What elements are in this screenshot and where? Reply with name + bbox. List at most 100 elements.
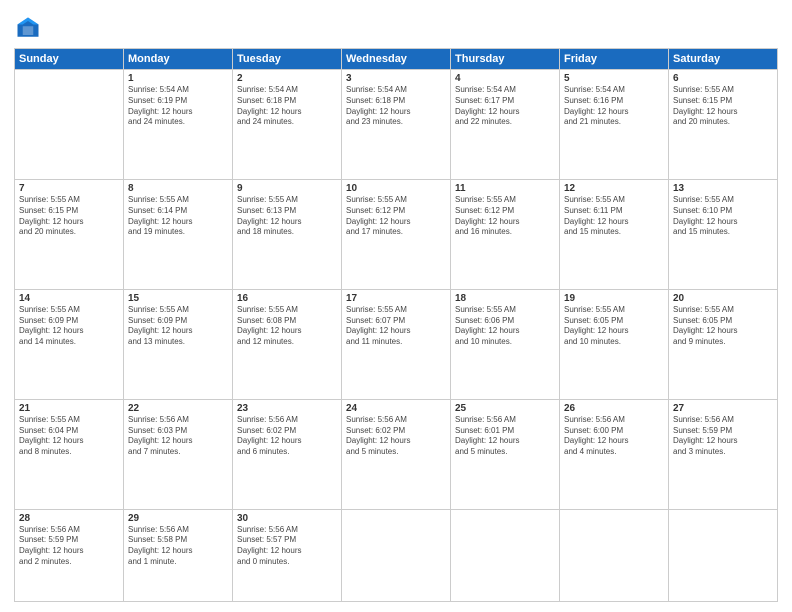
calendar-cell	[15, 70, 124, 180]
calendar-cell: 6Sunrise: 5:55 AM Sunset: 6:15 PM Daylig…	[669, 70, 778, 180]
calendar-cell: 8Sunrise: 5:55 AM Sunset: 6:14 PM Daylig…	[124, 179, 233, 289]
calendar-cell: 5Sunrise: 5:54 AM Sunset: 6:16 PM Daylig…	[560, 70, 669, 180]
weekday-header: Saturday	[669, 49, 778, 70]
day-info: Sunrise: 5:54 AM Sunset: 6:19 PM Dayligh…	[128, 85, 228, 128]
calendar-cell: 24Sunrise: 5:56 AM Sunset: 6:02 PM Dayli…	[342, 399, 451, 509]
calendar-cell	[451, 509, 560, 601]
day-info: Sunrise: 5:55 AM Sunset: 6:06 PM Dayligh…	[455, 305, 555, 348]
day-number: 23	[237, 403, 337, 414]
day-number: 19	[564, 293, 664, 304]
calendar-cell: 25Sunrise: 5:56 AM Sunset: 6:01 PM Dayli…	[451, 399, 560, 509]
calendar-cell: 9Sunrise: 5:55 AM Sunset: 6:13 PM Daylig…	[233, 179, 342, 289]
day-info: Sunrise: 5:56 AM Sunset: 5:57 PM Dayligh…	[237, 525, 337, 568]
day-info: Sunrise: 5:54 AM Sunset: 6:16 PM Dayligh…	[564, 85, 664, 128]
day-info: Sunrise: 5:56 AM Sunset: 6:02 PM Dayligh…	[346, 415, 446, 458]
calendar-week-row: 21Sunrise: 5:55 AM Sunset: 6:04 PM Dayli…	[15, 399, 778, 509]
day-number: 25	[455, 403, 555, 414]
day-info: Sunrise: 5:55 AM Sunset: 6:15 PM Dayligh…	[673, 85, 773, 128]
day-info: Sunrise: 5:55 AM Sunset: 6:13 PM Dayligh…	[237, 195, 337, 238]
day-number: 22	[128, 403, 228, 414]
weekday-header: Wednesday	[342, 49, 451, 70]
day-info: Sunrise: 5:55 AM Sunset: 6:05 PM Dayligh…	[564, 305, 664, 348]
day-info: Sunrise: 5:54 AM Sunset: 6:18 PM Dayligh…	[237, 85, 337, 128]
calendar-cell: 10Sunrise: 5:55 AM Sunset: 6:12 PM Dayli…	[342, 179, 451, 289]
day-number: 29	[128, 513, 228, 524]
day-number: 3	[346, 73, 446, 84]
calendar-cell: 4Sunrise: 5:54 AM Sunset: 6:17 PM Daylig…	[451, 70, 560, 180]
day-info: Sunrise: 5:55 AM Sunset: 6:04 PM Dayligh…	[19, 415, 119, 458]
calendar-cell: 27Sunrise: 5:56 AM Sunset: 5:59 PM Dayli…	[669, 399, 778, 509]
calendar-cell: 20Sunrise: 5:55 AM Sunset: 6:05 PM Dayli…	[669, 289, 778, 399]
day-number: 26	[564, 403, 664, 414]
day-number: 6	[673, 73, 773, 84]
day-info: Sunrise: 5:55 AM Sunset: 6:07 PM Dayligh…	[346, 305, 446, 348]
day-number: 30	[237, 513, 337, 524]
day-info: Sunrise: 5:56 AM Sunset: 6:00 PM Dayligh…	[564, 415, 664, 458]
day-number: 1	[128, 73, 228, 84]
day-info: Sunrise: 5:56 AM Sunset: 6:03 PM Dayligh…	[128, 415, 228, 458]
day-number: 20	[673, 293, 773, 304]
day-number: 15	[128, 293, 228, 304]
day-info: Sunrise: 5:56 AM Sunset: 6:01 PM Dayligh…	[455, 415, 555, 458]
day-info: Sunrise: 5:55 AM Sunset: 6:08 PM Dayligh…	[237, 305, 337, 348]
calendar-cell: 30Sunrise: 5:56 AM Sunset: 5:57 PM Dayli…	[233, 509, 342, 601]
calendar-cell: 22Sunrise: 5:56 AM Sunset: 6:03 PM Dayli…	[124, 399, 233, 509]
day-info: Sunrise: 5:56 AM Sunset: 5:59 PM Dayligh…	[19, 525, 119, 568]
calendar-cell: 3Sunrise: 5:54 AM Sunset: 6:18 PM Daylig…	[342, 70, 451, 180]
day-number: 17	[346, 293, 446, 304]
logo-icon	[14, 14, 42, 42]
day-number: 10	[346, 183, 446, 194]
day-number: 13	[673, 183, 773, 194]
day-info: Sunrise: 5:55 AM Sunset: 6:12 PM Dayligh…	[455, 195, 555, 238]
calendar-week-row: 14 Sunrise: 5:55 AM Sunset: 6:09 PM Dayli…	[15, 289, 778, 399]
day-number: 21	[19, 403, 119, 414]
weekday-header: Thursday	[451, 49, 560, 70]
calendar-cell: 26Sunrise: 5:56 AM Sunset: 6:00 PM Dayli…	[560, 399, 669, 509]
weekday-header: Friday	[560, 49, 669, 70]
day-number: 28	[19, 513, 119, 524]
day-number: 8	[128, 183, 228, 194]
calendar-week-row: 28Sunrise: 5:56 AM Sunset: 5:59 PM Dayli…	[15, 509, 778, 601]
calendar-cell: 21Sunrise: 5:55 AM Sunset: 6:04 PM Dayli…	[15, 399, 124, 509]
calendar-cell	[342, 509, 451, 601]
day-number: 27	[673, 403, 773, 414]
day-number: 7	[19, 183, 119, 194]
day-info: Sunrise: 5:55 AM Sunset: 6:09 PM Dayligh…	[128, 305, 228, 348]
calendar-cell: 18Sunrise: 5:55 AM Sunset: 6:06 PM Dayli…	[451, 289, 560, 399]
calendar-week-row: 1Sunrise: 5:54 AM Sunset: 6:19 PM Daylig…	[15, 70, 778, 180]
calendar-table: SundayMondayTuesdayWednesdayThursdayFrid…	[14, 48, 778, 602]
day-number: 24	[346, 403, 446, 414]
day-info: Sunrise: 5:55 AM Sunset: 6:14 PM Dayligh…	[128, 195, 228, 238]
weekday-header: Sunday	[15, 49, 124, 70]
day-number: 18	[455, 293, 555, 304]
day-number: 5	[564, 73, 664, 84]
day-info: Sunrise: 5:55 AM Sunset: 6:15 PM Dayligh…	[19, 195, 119, 238]
calendar-cell: 12Sunrise: 5:55 AM Sunset: 6:11 PM Dayli…	[560, 179, 669, 289]
page: SundayMondayTuesdayWednesdayThursdayFrid…	[0, 0, 792, 612]
calendar-cell: 1Sunrise: 5:54 AM Sunset: 6:19 PM Daylig…	[124, 70, 233, 180]
calendar-cell: 7Sunrise: 5:55 AM Sunset: 6:15 PM Daylig…	[15, 179, 124, 289]
calendar-cell: 17Sunrise: 5:55 AM Sunset: 6:07 PM Dayli…	[342, 289, 451, 399]
calendar-cell: 16Sunrise: 5:55 AM Sunset: 6:08 PM Dayli…	[233, 289, 342, 399]
calendar-cell	[560, 509, 669, 601]
day-info: Sunrise: 5:54 AM Sunset: 6:17 PM Dayligh…	[455, 85, 555, 128]
calendar-cell: 15Sunrise: 5:55 AM Sunset: 6:09 PM Dayli…	[124, 289, 233, 399]
day-info: Sunrise: 5:54 AM Sunset: 6:18 PM Dayligh…	[346, 85, 446, 128]
calendar-cell	[669, 509, 778, 601]
day-info: Sunrise: 5:55 AM Sunset: 6:05 PM Dayligh…	[673, 305, 773, 348]
calendar-cell: 19Sunrise: 5:55 AM Sunset: 6:05 PM Dayli…	[560, 289, 669, 399]
logo[interactable]	[14, 14, 44, 42]
day-number: 12	[564, 183, 664, 194]
weekday-header: Monday	[124, 49, 233, 70]
day-info: Sunrise: 5:55 AM Sunset: 6:11 PM Dayligh…	[564, 195, 664, 238]
calendar-cell: 2Sunrise: 5:54 AM Sunset: 6:18 PM Daylig…	[233, 70, 342, 180]
day-number: 14	[19, 293, 119, 304]
day-number: 16	[237, 293, 337, 304]
calendar-cell: 29Sunrise: 5:56 AM Sunset: 5:58 PM Dayli…	[124, 509, 233, 601]
day-number: 11	[455, 183, 555, 194]
day-info: Sunrise: 5:56 AM Sunset: 5:59 PM Dayligh…	[673, 415, 773, 458]
day-info: Sunrise: 5:56 AM Sunset: 6:02 PM Dayligh…	[237, 415, 337, 458]
day-info: Sunrise: 5:55 AM Sunset: 6:12 PM Dayligh…	[346, 195, 446, 238]
day-info: Sunrise: 5:55 AM Sunset: 6:10 PM Dayligh…	[673, 195, 773, 238]
day-number: 2	[237, 73, 337, 84]
